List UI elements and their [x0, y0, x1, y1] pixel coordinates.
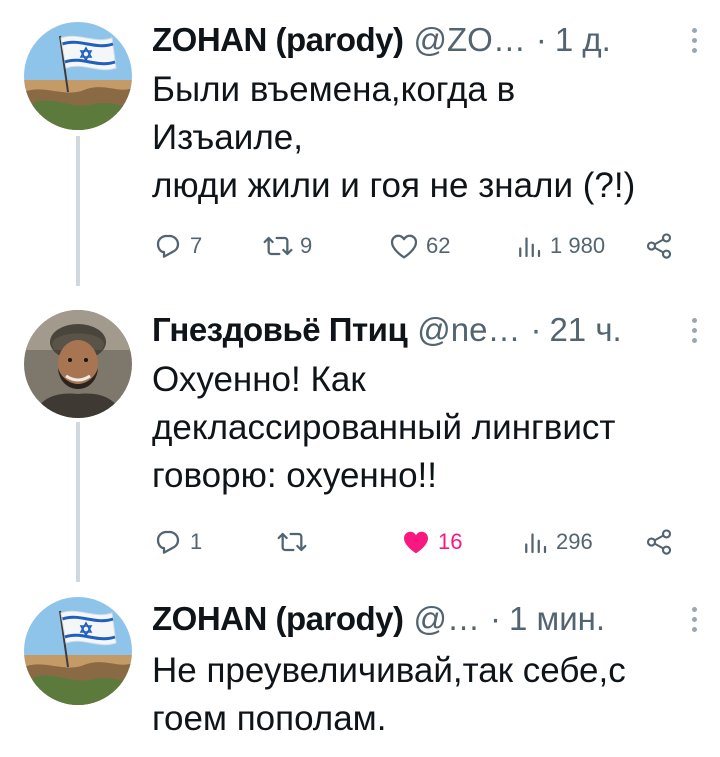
tweet-header: Гнездовьё Птиц @ne… · 21 ч. [152, 310, 700, 350]
like-button[interactable]: 62 [388, 226, 450, 266]
timestamp[interactable]: 21 ч. [549, 311, 621, 349]
reply-button[interactable]: 7 [152, 226, 202, 266]
share-button[interactable] [644, 226, 674, 266]
handle[interactable]: @ne… [417, 311, 520, 349]
avatar[interactable] [24, 597, 132, 705]
tweet-header: ZOHAN (parody) @ZO… · 1 д. [152, 20, 700, 60]
action-bar: 1 16 296 [152, 522, 682, 562]
more-icon[interactable] [682, 312, 706, 348]
more-icon[interactable] [682, 601, 706, 637]
views-button[interactable]: 296 [520, 522, 593, 562]
avatar[interactable] [24, 310, 132, 418]
separator-dot: · [490, 600, 501, 637]
like-count: 16 [438, 529, 463, 554]
reply-button[interactable]: 1 [152, 522, 202, 562]
tweet-text: Охуенно! Как деклассированный лингвист г… [152, 360, 616, 495]
like-button[interactable]: 16 [400, 522, 462, 562]
timestamp[interactable]: 1 мин. [509, 600, 605, 638]
views-icon [514, 231, 544, 261]
separator-dot: · [535, 21, 547, 58]
retweet-button[interactable]: 9 [262, 226, 312, 266]
views-button[interactable]: 1 980 [514, 226, 605, 266]
like-icon [400, 526, 432, 558]
display-name[interactable]: ZOHAN (parody) [152, 21, 404, 59]
tweet[interactable]: ZOHAN (parody) @ZO… · 1 д. Были въемена,… [0, 0, 720, 300]
share-button[interactable] [644, 522, 674, 562]
timestamp[interactable]: 1 д. [555, 21, 611, 59]
reply-count: 7 [190, 233, 203, 258]
tweet-header: ZOHAN (parody) @… · 1 мин. [152, 599, 700, 639]
israeli-flag-avatar-icon [24, 22, 132, 130]
tweet-text: Были въемена,когда в Изъаиле, люди жили … [152, 70, 636, 205]
tweet-text: Не преувеличивай,так себе,с гоем пополам… [152, 651, 626, 738]
reply-icon [152, 526, 184, 558]
share-icon [644, 231, 674, 261]
views-icon [520, 527, 550, 557]
tweet[interactable]: Гнездовьё Птиц @ne… · 21 ч. Охуенно! Как… [0, 300, 720, 585]
handle[interactable]: @… [414, 600, 481, 638]
share-icon [644, 527, 674, 557]
display-name[interactable]: ZOHAN (parody) [152, 600, 404, 638]
views-count: 1 980 [550, 233, 606, 258]
views-count: 296 [556, 529, 593, 554]
israeli-flag-avatar-icon [24, 597, 132, 705]
retweet-icon [276, 526, 308, 558]
bearded-man-turban-avatar-icon [24, 310, 132, 418]
retweet-button[interactable] [276, 522, 314, 562]
retweet-icon [262, 230, 294, 262]
action-bar: 7 9 62 1 980 [152, 226, 682, 266]
tweet[interactable]: ZOHAN (parody) @… · 1 мин. Не преувеличи… [0, 585, 720, 757]
like-count: 62 [426, 233, 451, 258]
avatar[interactable] [24, 22, 132, 130]
separator-dot: · [530, 311, 542, 348]
display-name[interactable]: Гнездовьё Птиц [152, 311, 408, 349]
retweet-count: 9 [300, 233, 313, 258]
like-icon [388, 230, 420, 262]
reply-count: 1 [190, 529, 203, 554]
handle[interactable]: @ZO… [414, 21, 526, 59]
more-icon[interactable] [682, 22, 706, 58]
reply-icon [152, 230, 184, 262]
